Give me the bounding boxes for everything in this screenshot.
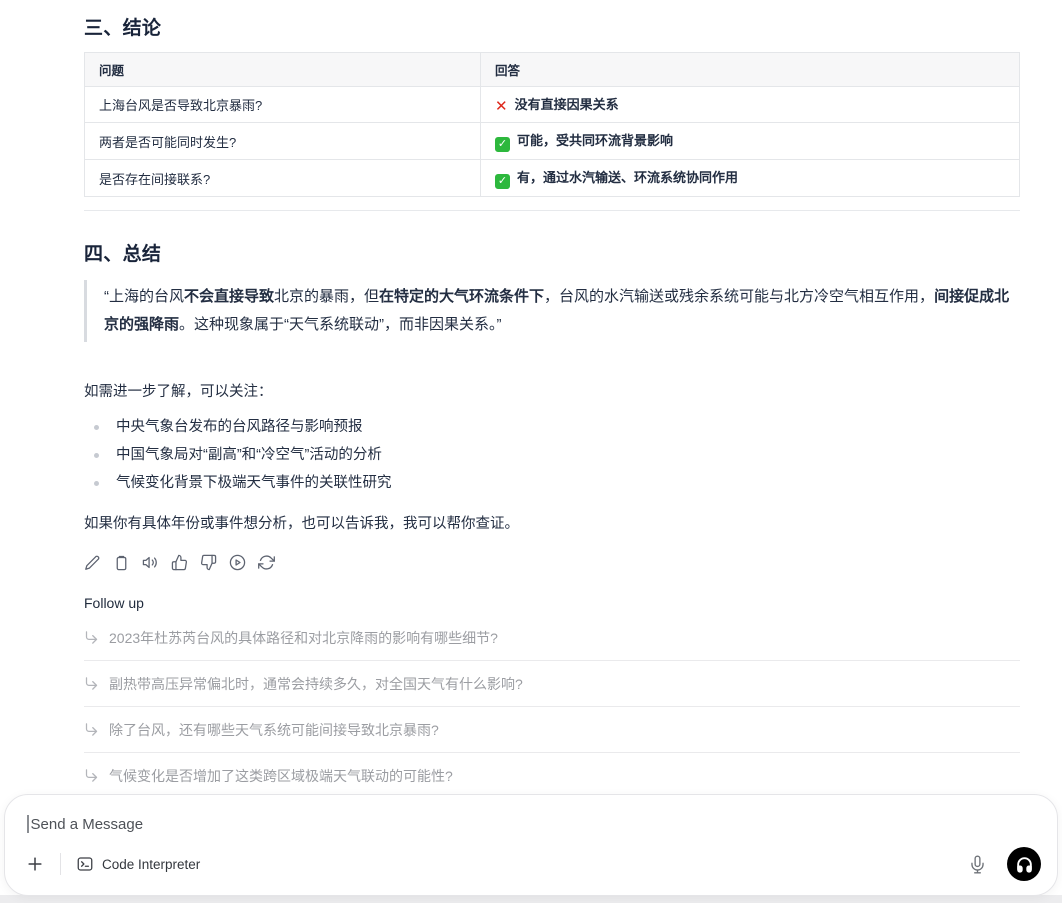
copy-icon[interactable]: [113, 554, 130, 571]
summary-blockquote: “上海的台风不会直接导致北京的暴雨，但在特定的大气环流条件下，台风的水汽输送或残…: [84, 280, 1020, 342]
followup-suggestion[interactable]: 副热带高压异常偏北时，通常会持续多久，对全国天气有什么影响?: [84, 660, 1020, 706]
question-cell: 上海台风是否导致北京暴雨?: [84, 86, 481, 123]
thumbs-up-icon[interactable]: [171, 554, 188, 571]
terminal-icon: [77, 857, 93, 871]
question-cell: 是否存在间接联系?: [84, 159, 481, 197]
regenerate-icon[interactable]: [258, 554, 275, 571]
followup-label: Follow up: [84, 595, 144, 611]
followup-suggestion[interactable]: 除了台风，还有哪些天气系统可能间接导致北京暴雨?: [84, 706, 1020, 752]
column-header-answer: 回答: [480, 52, 1020, 87]
section-heading-summary: 四、总结: [84, 244, 162, 265]
followup-text: 2023年杜苏芮台风的具体路径和对北京降雨的影响有哪些细节?: [109, 629, 498, 646]
message-input-placeholder: Send a Message: [30, 815, 144, 833]
closing-paragraph: 如果你有具体年份或事件想分析，也可以告诉我，我可以帮你查证。: [84, 516, 519, 532]
thumbs-down-icon[interactable]: [200, 554, 217, 571]
quote-text-bold: 不会直接导致: [184, 288, 275, 305]
answer-cell: ✓ 有，通过水汽输送、环流系统协同作用: [480, 159, 1020, 197]
list-item-text: 气候变化背景下极端天气事件的关联性研究: [116, 475, 392, 491]
section-divider: [84, 210, 1020, 211]
cross-mark-icon: ✕: [495, 98, 508, 115]
play-circle-icon[interactable]: [229, 554, 246, 571]
table-header-row: 问题 回答: [84, 52, 1020, 87]
topics-list: 中央气象台发布的台风路径与影响预报 中国气象局对“副高”和“冷空气”活动的分析 …: [84, 413, 1020, 497]
message-input[interactable]: Send a Message: [27, 815, 1035, 833]
list-item: 气候变化背景下极端天气事件的关联性研究: [84, 469, 1020, 497]
microphone-icon[interactable]: [968, 855, 1007, 874]
composer-controls: Code Interpreter: [25, 847, 1041, 881]
speaker-icon[interactable]: [142, 554, 159, 571]
message-action-bar: [84, 554, 1020, 571]
answer-cell: ✓ 可能，受共同环流背景影响: [480, 122, 1020, 160]
followup-suggestion[interactable]: 2023年杜苏芮台风的具体路径和对北京降雨的影响有哪些细节?: [84, 615, 1020, 660]
quote-text: 北京的暴雨，但: [274, 288, 380, 305]
text-caret: [27, 815, 29, 833]
corner-down-right-icon: [85, 631, 98, 644]
answer-text: 没有直接因果关系: [514, 97, 619, 112]
answer-text: 有，通过水汽输送、环流系统协同作用: [517, 170, 739, 185]
list-item: 中央气象台发布的台风路径与影响预报: [84, 413, 1020, 441]
chat-message-area: 三、结论 问题 回答 上海台风是否导致北京暴雨? ✕ 没有直接因果关系 两者是否可…: [84, 0, 1020, 844]
answer-text: 可能，受共同环流背景影响: [517, 133, 674, 148]
column-header-question: 问题: [84, 52, 481, 87]
section-heading-conclusion: 三、结论: [84, 18, 162, 39]
table-row: 是否存在间接联系? ✓ 有，通过水汽输送、环流系统协同作用: [84, 159, 1020, 197]
page-bottom-strip: [0, 895, 1062, 903]
check-mark-icon: ✓: [495, 137, 510, 152]
check-mark-icon: ✓: [495, 174, 510, 189]
corner-down-right-icon: [85, 723, 98, 736]
list-item-text: 中央气象台发布的台风路径与影响预报: [116, 419, 363, 435]
answer-cell: ✕ 没有直接因果关系: [480, 86, 1020, 123]
question-cell: 两者是否可能同时发生?: [84, 122, 481, 160]
message-composer[interactable]: Send a Message Code Interpreter: [4, 794, 1058, 896]
followup-text: 副热带高压异常偏北时，通常会持续多久，对全国天气有什么影响?: [109, 675, 523, 692]
voice-mode-button[interactable]: [1007, 847, 1041, 881]
code-interpreter-button[interactable]: Code Interpreter: [76, 855, 200, 873]
headphones-icon: [1016, 856, 1032, 873]
list-item-text: 中国气象局对“副高”和“冷空气”活动的分析: [116, 447, 382, 463]
corner-down-right-icon: [85, 769, 98, 782]
quote-text: “上海的台风: [104, 288, 184, 305]
corner-down-right-icon: [85, 677, 98, 690]
list-item: 中国气象局对“副高”和“冷空气”活动的分析: [84, 441, 1020, 469]
code-interpreter-label: Code Interpreter: [102, 856, 201, 872]
quote-text: ，台风的水汽输送或残余系统可能与北方冷空气相互作用，: [544, 288, 935, 305]
followup-suggestion[interactable]: 气候变化是否增加了这类跨区域极端天气联动的可能性?: [84, 752, 1020, 798]
attach-plus-button[interactable]: [25, 854, 45, 874]
intro-paragraph: 如需进一步了解，可以关注：: [84, 384, 273, 400]
controls-divider: [60, 853, 61, 875]
quote-text-bold: 在特定的大气环流条件下: [379, 288, 545, 305]
followup-text: 除了台风，还有哪些天气系统可能间接导致北京暴雨?: [109, 721, 439, 738]
conclusion-table: 问题 回答 上海台风是否导致北京暴雨? ✕ 没有直接因果关系 两者是否可能同时发生…: [84, 52, 1020, 197]
followup-text: 气候变化是否增加了这类跨区域极端天气联动的可能性?: [109, 767, 453, 784]
quote-text: 。这种现象属于“天气系统联动”，而非因果关系。”: [179, 316, 502, 333]
table-row: 两者是否可能同时发生? ✓ 可能，受共同环流背景影响: [84, 122, 1020, 160]
table-row: 上海台风是否导致北京暴雨? ✕ 没有直接因果关系: [84, 86, 1020, 123]
edit-icon[interactable]: [84, 554, 101, 571]
